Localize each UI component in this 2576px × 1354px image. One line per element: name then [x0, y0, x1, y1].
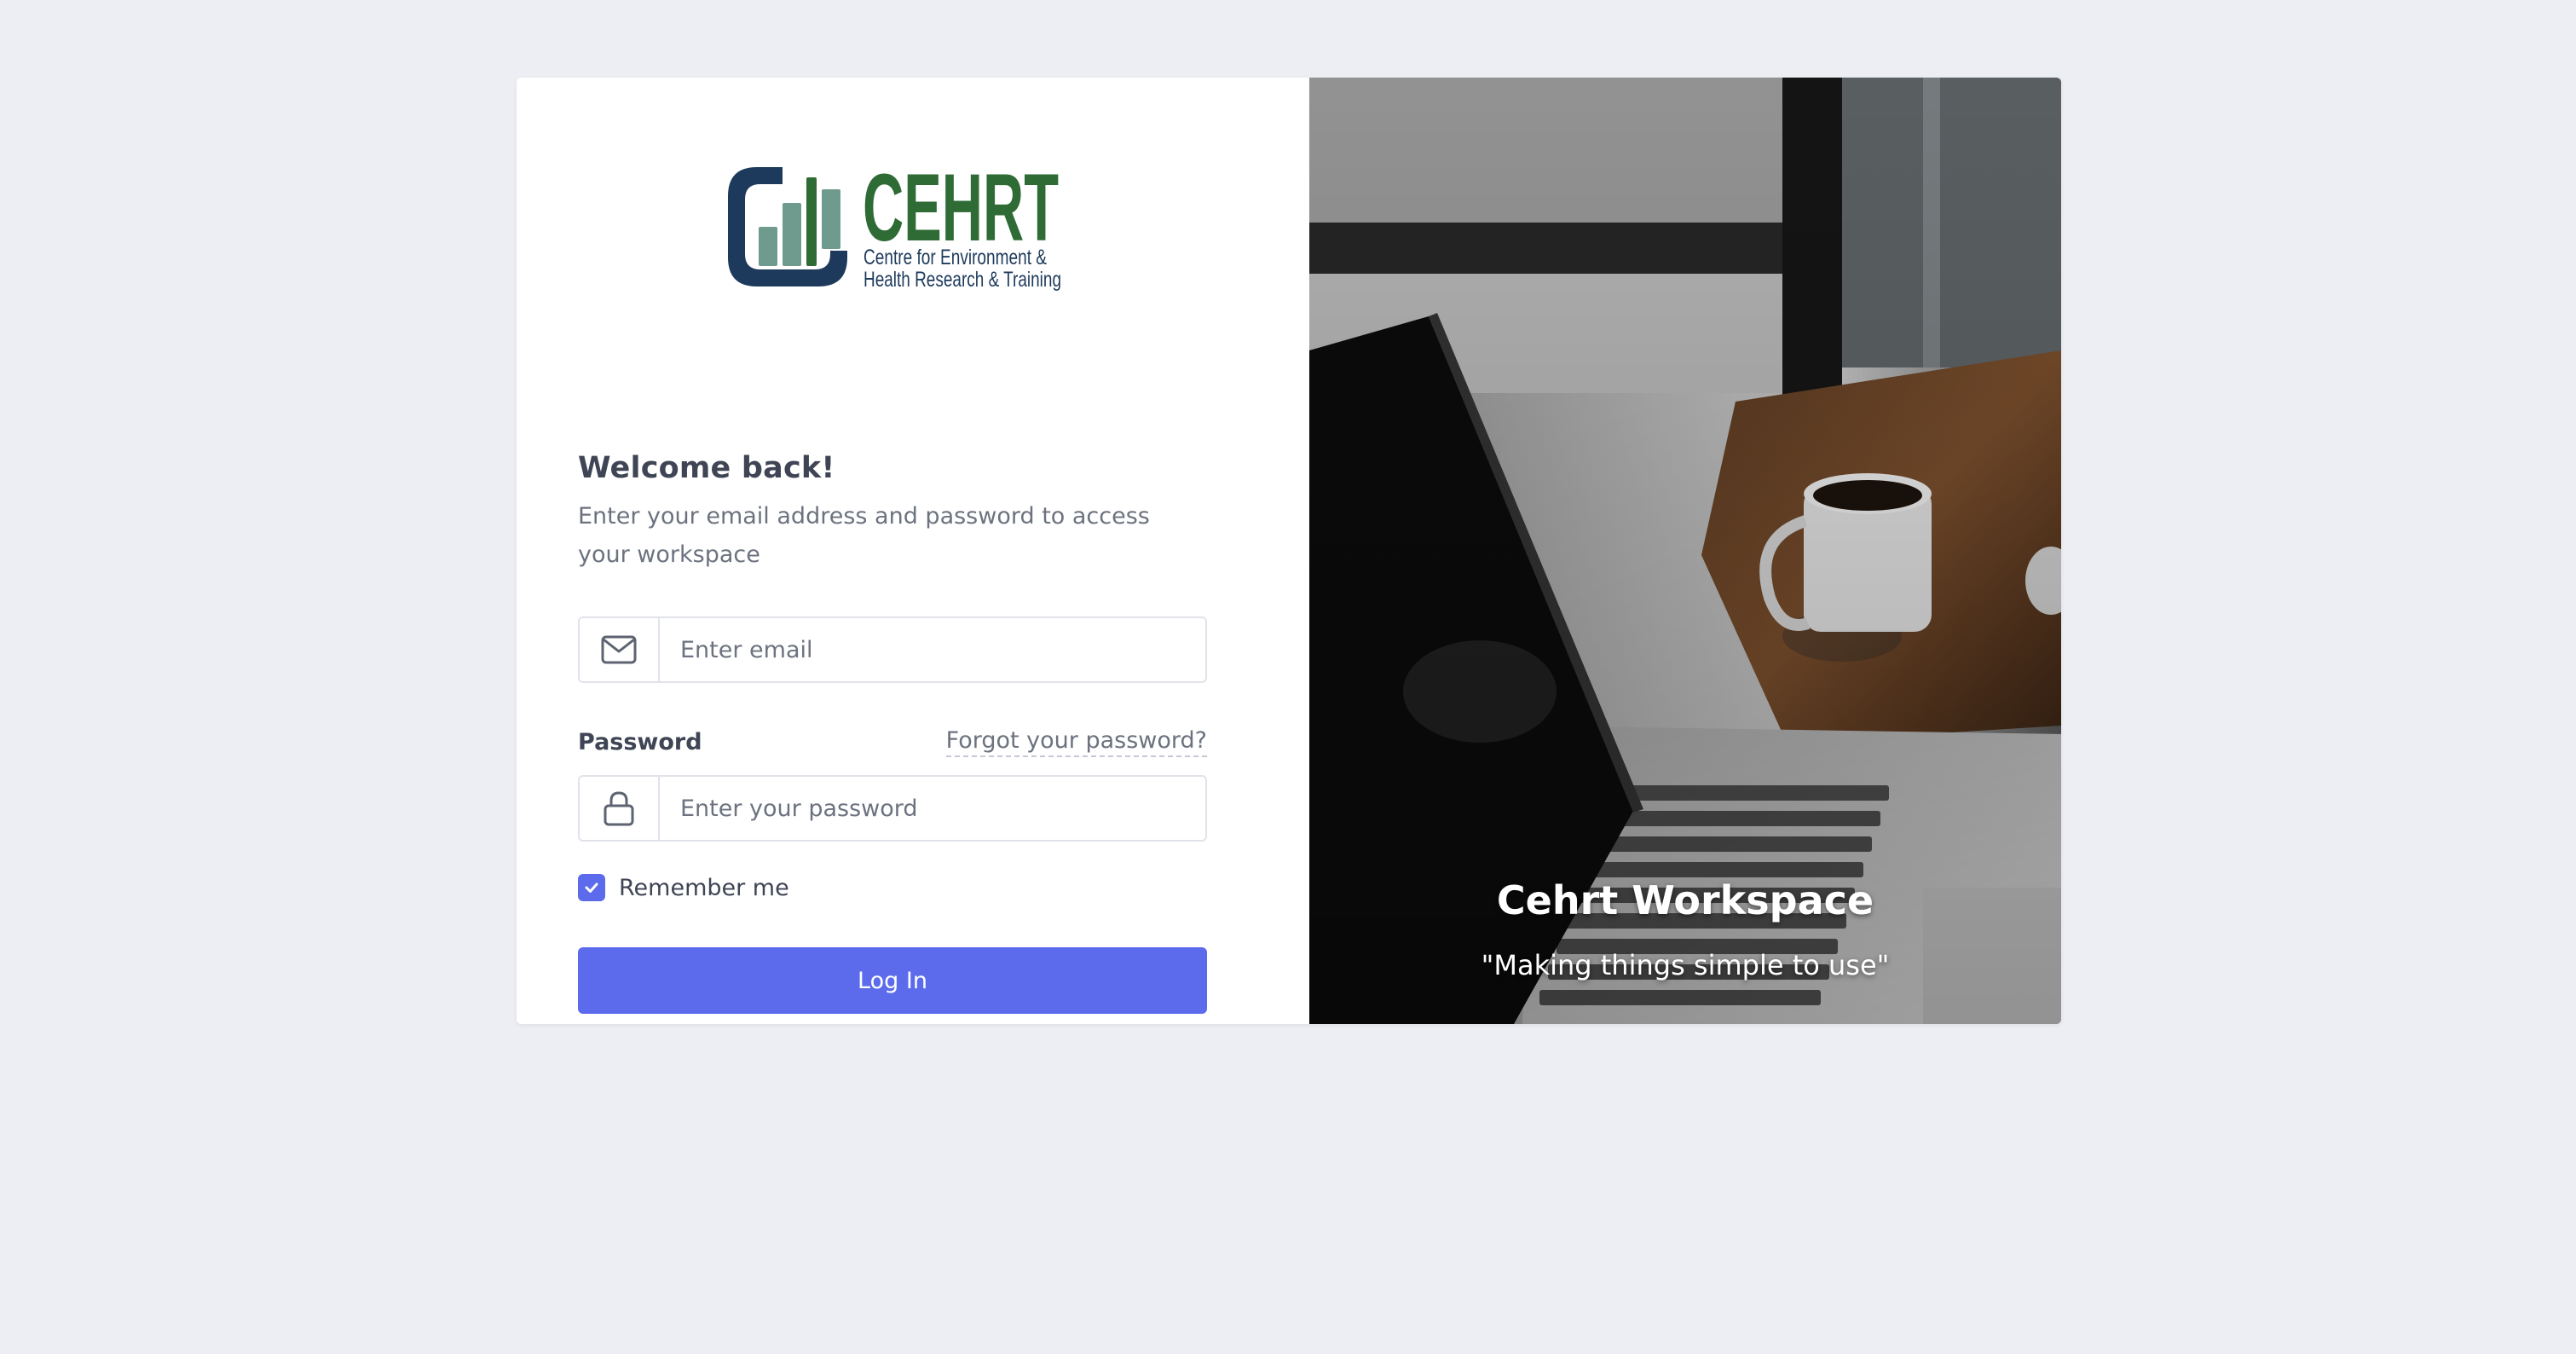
password-input-group	[578, 775, 1207, 842]
lock-icon	[604, 791, 634, 826]
hero-title: Cehrt Workspace	[1496, 877, 1874, 923]
login-form-pane: CEHRT Centre for Environment & Health Re…	[517, 78, 1309, 1024]
checkmark-icon	[585, 882, 598, 893]
cehrt-logo-graphic: CEHRT Centre for Environment & Health Re…	[728, 159, 1061, 292]
remember-me-row: Remember me	[578, 874, 789, 901]
remember-me-checkbox[interactable]	[578, 874, 605, 901]
email-input-group	[578, 616, 1207, 683]
email-input[interactable]	[660, 618, 1205, 681]
hero-image-pane: Cehrt Workspace "Making things simple to…	[1309, 78, 2061, 1024]
password-addon	[580, 777, 660, 840]
password-label: Password	[578, 729, 702, 755]
email-addon	[580, 618, 660, 681]
login-card: CEHRT Centre for Environment & Health Re…	[517, 78, 2061, 1024]
welcome-subtitle: Enter your email address and password to…	[578, 503, 1150, 568]
logo-tagline-line1: Centre for Environment &	[863, 246, 1047, 269]
envelope-icon	[601, 635, 637, 664]
logo-tagline-line2: Health Research & Training	[863, 268, 1061, 292]
remember-me-label[interactable]: Remember me	[619, 875, 789, 901]
hero-quote: "Making things simple to use"	[1481, 949, 1890, 981]
forgot-password-link[interactable]: Forgot your password?	[945, 727, 1207, 757]
welcome-heading: Welcome back!	[578, 451, 835, 485]
login-button[interactable]: Log In	[578, 947, 1207, 1014]
cehrt-logo: CEHRT Centre for Environment & Health Re…	[723, 159, 1064, 295]
password-input[interactable]	[660, 777, 1205, 840]
